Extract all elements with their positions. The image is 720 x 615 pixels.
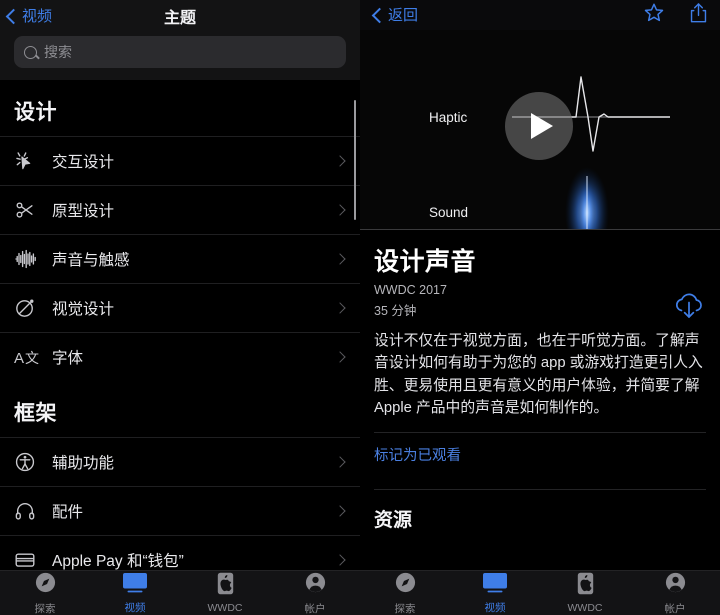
svg-text:A: A [14, 350, 24, 367]
credit-card-icon [14, 549, 44, 571]
chevron-right-icon [334, 456, 346, 468]
search-placeholder: 搜索 [44, 44, 72, 60]
list-item[interactable]: A文 字体 [0, 332, 360, 381]
chevron-right-icon [334, 204, 346, 216]
chevron-right-icon [334, 505, 346, 517]
list-item[interactable]: 配件 [0, 486, 360, 535]
back-button[interactable]: 返回 [366, 6, 419, 24]
list-item[interactable]: 声音与触感 [0, 234, 360, 283]
chevron-right-icon [334, 155, 346, 167]
dual-screenshot: 视频 主题 搜索 设计 交互设计 原型设计 声音与触感 视觉设计 A 文 字体 … [0, 0, 720, 615]
typography-icon: A文 [14, 347, 44, 367]
tab-label: 探索 [34, 602, 56, 615]
video-event: WWDC 2017 [374, 283, 447, 297]
tab-探索[interactable]: 探索 [0, 571, 90, 615]
tab-label: 帐户 [304, 602, 326, 615]
right-nav-bar: 返回 [360, 0, 720, 30]
list-item-label: 原型设计 [52, 203, 115, 220]
tab-bar[interactable]: 探索 视频 WWDC 帐户 [0, 570, 360, 615]
star-icon[interactable] [643, 2, 665, 28]
video-detail: 设计声音 WWDC 2017 35 分钟 设计不仅在于视觉方面，也在于听觉方面。… [360, 230, 720, 532]
play-icon [531, 113, 553, 139]
tab-探索[interactable]: 探索 [360, 571, 450, 615]
list-item[interactable]: 原型设计 [0, 185, 360, 234]
accessibility-icon [14, 451, 44, 473]
section-heading: 框架 [14, 402, 57, 425]
mark-as-watched-link[interactable]: 标记为已观看 [374, 433, 706, 476]
device-icon [577, 572, 594, 600]
video-thumbnail[interactable]: Haptic Sound [360, 30, 720, 230]
tab-帐户[interactable]: 帐户 [630, 571, 720, 615]
back-button-videos[interactable]: 视频 [0, 7, 53, 25]
haptic-label: Haptic [429, 110, 468, 125]
cloud-download-icon[interactable] [672, 290, 706, 325]
play-button[interactable] [505, 92, 573, 160]
tab-帐户[interactable]: 帐户 [270, 571, 360, 615]
svg-text:文: 文 [25, 351, 39, 367]
resources-heading: 资源 [374, 510, 413, 532]
person-icon [304, 571, 327, 599]
list-item-label: 辅助功能 [52, 455, 115, 472]
chevron-right-icon [334, 302, 346, 314]
right-pane-video-detail: 返回 Haptic Sound 设计声音 WWDC 2017 35 分钟 设计不… [360, 0, 720, 615]
headphones-icon [14, 500, 44, 522]
monitor-icon [122, 572, 148, 598]
tab-label: WWDC [207, 602, 243, 614]
tab-label: 探索 [394, 602, 416, 615]
topics-list[interactable]: 设计 交互设计 原型设计 声音与触感 视觉设计 A文 字体 框架 辅助功能 配件… [0, 80, 360, 615]
circle-pencil-icon [14, 297, 44, 319]
left-pane-topics: 视频 主题 搜索 设计 交互设计 原型设计 声音与触感 视觉设计 A 文 字体 … [0, 0, 360, 615]
tab-视频[interactable]: 视频 [450, 571, 540, 615]
video-description: 设计不仅在于视觉方面，也在于听觉方面。了解声音设计如何有助于为您的 app 或游… [374, 333, 703, 416]
chevron-left-icon [371, 7, 388, 23]
video-title: 设计声音 [374, 248, 477, 276]
compass-icon [34, 571, 57, 599]
list-item-label: 字体 [52, 350, 84, 367]
list-item-label: 配件 [52, 504, 84, 521]
list-item[interactable]: 视觉设计 [0, 283, 360, 332]
list-item-label: Apple Pay 和“钱包” [52, 553, 184, 570]
search-input[interactable]: 搜索 [14, 36, 346, 68]
tab-label: 视频 [124, 601, 146, 614]
chevron-right-icon [334, 351, 346, 363]
waveform-icon [14, 249, 44, 269]
tab-WWDC[interactable]: WWDC [180, 571, 270, 615]
sound-label: Sound [429, 205, 469, 220]
list-item[interactable]: 交互设计 [0, 136, 360, 185]
chevron-right-icon [334, 554, 346, 566]
share-icon[interactable] [689, 2, 708, 29]
device-icon [217, 572, 234, 600]
chevron-right-icon [334, 253, 346, 265]
cursor-click-icon [14, 150, 44, 172]
scroll-indicator[interactable] [353, 100, 356, 220]
compass-icon [394, 571, 417, 599]
chevron-left-icon [5, 8, 22, 24]
list-item-label: 交互设计 [52, 154, 115, 171]
list-item[interactable]: 辅助功能 [0, 437, 360, 486]
list-item-label: 视觉设计 [52, 301, 115, 318]
tab-label: WWDC [567, 602, 603, 614]
video-duration: 35 分钟 [374, 304, 417, 319]
list-item-label: 声音与触感 [52, 252, 130, 269]
person-icon [664, 571, 687, 599]
search-icon [24, 45, 37, 59]
monitor-icon [482, 572, 508, 598]
scissors-icon [14, 199, 44, 221]
tab-WWDC[interactable]: WWDC [540, 571, 630, 615]
tab-label: 视频 [484, 601, 506, 614]
left-header: 视频 主题 搜索 [0, 0, 360, 80]
tab-label: 帐户 [664, 602, 686, 615]
tab-bar[interactable]: 探索 视频 WWDC 帐户 [360, 570, 720, 615]
left-nav-bar: 视频 主题 [0, 0, 360, 32]
section-heading: 设计 [14, 101, 57, 124]
page-title: 主题 [163, 10, 196, 27]
back-button-label: 返回 [388, 6, 419, 24]
back-button-label: 视频 [22, 7, 53, 25]
tab-视频[interactable]: 视频 [90, 571, 180, 615]
